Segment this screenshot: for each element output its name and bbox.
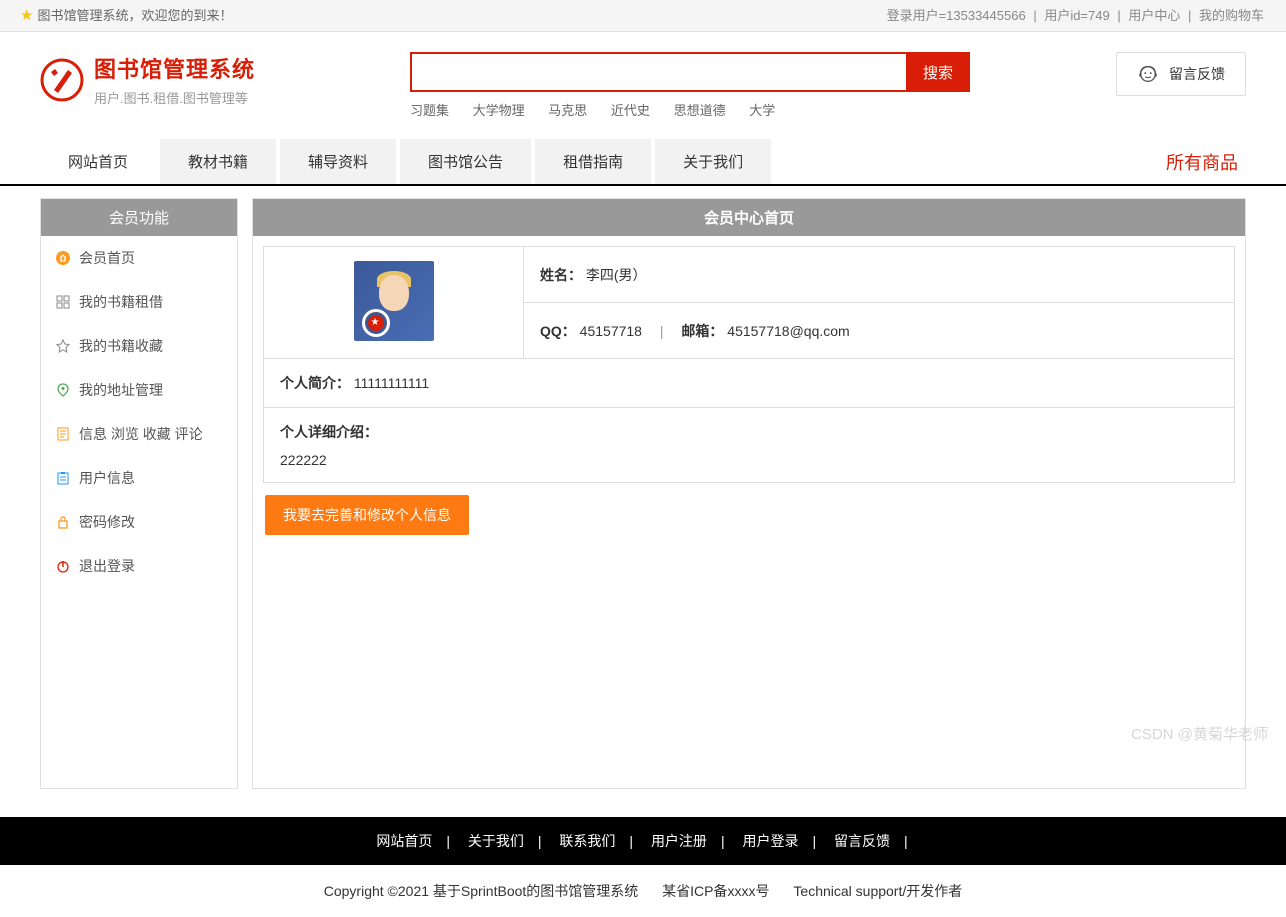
nav-about[interactable]: 关于我们 [655, 139, 771, 184]
logo-icon [40, 58, 84, 102]
search-button[interactable]: 搜索 [906, 52, 970, 92]
star-icon: ★ [20, 0, 33, 32]
clipboard-icon [55, 470, 71, 486]
hot-keyword[interactable]: 习题集 [410, 103, 449, 118]
footer-link-home[interactable]: 网站首页 [376, 833, 432, 849]
detail-label: 个人详细介绍： [280, 422, 1218, 442]
sidebar-item-home[interactable]: 会员首页 [41, 236, 237, 280]
hot-keyword[interactable]: 大学物理 [473, 103, 525, 118]
nav-announcements[interactable]: 图书馆公告 [400, 139, 531, 184]
nav-rental-guide[interactable]: 租借指南 [535, 139, 651, 184]
sidebar-item-info-browse[interactable]: 信息 浏览 收藏 评论 [41, 412, 237, 456]
footer-nav: 网站首页| 关于我们| 联系我们| 用户注册| 用户登录| 留言反馈| [0, 817, 1286, 865]
sidebar: 会员功能 会员首页 我的书籍租借 我的书籍收藏 我的地址管理 信息 浏览 收藏 … [40, 198, 238, 789]
support-text[interactable]: Technical support/开发作者 [793, 883, 962, 899]
footer-link-contact[interactable]: 联系我们 [559, 833, 615, 849]
feedback-button[interactable]: 留言反馈 [1116, 52, 1246, 96]
nav-textbooks[interactable]: 教材书籍 [160, 139, 276, 184]
sidebar-item-favorites[interactable]: 我的书籍收藏 [41, 324, 237, 368]
detail-value: 222222 [280, 452, 1218, 468]
intro-label: 个人简介： [280, 375, 350, 391]
hot-keyword[interactable]: 思想道德 [674, 103, 726, 118]
top-bar-left: ★ 图书馆管理系统，欢迎您的到来！ [20, 0, 232, 31]
sidebar-label: 我的书籍租借 [79, 292, 163, 312]
avatar: ★ [354, 261, 434, 341]
profile-table: ★ 姓名： 李四(男） QQ： 45157718 | 邮箱： 45157718@… [263, 246, 1235, 483]
headset-icon [1137, 63, 1159, 85]
hot-keyword[interactable]: 近代史 [611, 103, 650, 118]
feedback-label: 留言反馈 [1169, 64, 1225, 84]
avatar-cell: ★ [264, 247, 524, 359]
email-label: 邮箱： [681, 323, 723, 339]
grid-icon [55, 294, 71, 310]
intro-value: 11111111111 [354, 375, 429, 391]
icp-text: 某省ICP备xxxx号 [662, 883, 769, 899]
footer: 网站首页| 关于我们| 联系我们| 用户注册| 用户登录| 留言反馈| Copy… [0, 817, 1286, 917]
nav-supplementary[interactable]: 辅导资料 [280, 139, 396, 184]
detail-row: 个人详细介绍： 222222 [264, 408, 1235, 483]
contact-row: QQ： 45157718 | 邮箱： 45157718@qq.com [524, 303, 1235, 359]
sidebar-item-logout[interactable]: 退出登录 [41, 544, 237, 588]
header: 图书馆管理系统 用户.图书.租借.图书管理等 搜索 习题集 大学物理 马克思 近… [0, 32, 1286, 131]
feedback-area: 留言反馈 [996, 52, 1246, 96]
search-input[interactable] [410, 52, 906, 92]
nav-home[interactable]: 网站首页 [40, 139, 156, 184]
sidebar-header: 会员功能 [41, 199, 237, 236]
name-label: 姓名： [540, 267, 582, 283]
edit-profile-button[interactable]: 我要去完善和修改个人信息 [265, 495, 469, 535]
sidebar-label: 我的书籍收藏 [79, 336, 163, 356]
name-row: 姓名： 李四(男） [524, 247, 1235, 303]
sidebar-label: 我的地址管理 [79, 380, 163, 400]
sidebar-item-user-info[interactable]: 用户信息 [41, 456, 237, 500]
qq-label: QQ： [540, 323, 576, 339]
panel-body: ★ 姓名： 李四(男） QQ： 45157718 | 邮箱： 45157718@… [253, 236, 1245, 549]
logo-subtitle: 用户.图书.租借.图书管理等 [94, 88, 255, 107]
login-user[interactable]: 登录用户=13533445566 [887, 8, 1026, 23]
user-center-link[interactable]: 用户中心 [1128, 8, 1180, 23]
logo-area[interactable]: 图书馆管理系统 用户.图书.租借.图书管理等 [40, 52, 410, 107]
email-value: 45157718@qq.com [727, 323, 849, 339]
main-nav: 网站首页 教材书籍 辅导资料 图书馆公告 租借指南 关于我们 所有商品 [0, 139, 1286, 186]
logo-title: 图书馆管理系统 [94, 52, 255, 84]
intro-row: 个人简介： 11111111111 [264, 359, 1235, 408]
qq-value: 45157718 [580, 323, 642, 339]
content: 会员功能 会员首页 我的书籍租借 我的书籍收藏 我的地址管理 信息 浏览 收藏 … [0, 186, 1286, 801]
document-icon [55, 426, 71, 442]
user-id[interactable]: 用户id=749 [1044, 8, 1109, 23]
copyright-text: Copyright ©2021 基于SprintBoot的图书馆管理系统 [324, 883, 639, 899]
sidebar-label: 信息 浏览 收藏 评论 [79, 424, 203, 444]
footer-copyright: Copyright ©2021 基于SprintBoot的图书馆管理系统 某省I… [0, 865, 1286, 917]
power-icon [55, 558, 71, 574]
sidebar-label: 会员首页 [79, 248, 135, 268]
lock-icon [55, 514, 71, 530]
panel-header: 会员中心首页 [253, 199, 1245, 236]
footer-link-register[interactable]: 用户注册 [651, 833, 707, 849]
sidebar-item-rentals[interactable]: 我的书籍租借 [41, 280, 237, 324]
sidebar-label: 密码修改 [79, 512, 135, 532]
top-bar-right: 登录用户=13533445566 | 用户id=749 | 用户中心 | 我的购… [885, 0, 1266, 31]
hot-keyword[interactable]: 马克思 [548, 103, 587, 118]
search-area: 搜索 习题集 大学物理 马克思 近代史 思想道德 大学 [410, 52, 970, 119]
footer-link-login[interactable]: 用户登录 [742, 833, 798, 849]
main-panel: 会员中心首页 ★ 姓名： 李四(男） [252, 198, 1246, 789]
hot-keyword[interactable]: 大学 [749, 103, 775, 118]
top-bar: ★ 图书馆管理系统，欢迎您的到来！ 登录用户=13533445566 | 用户i… [0, 0, 1286, 32]
sidebar-label: 退出登录 [79, 556, 135, 576]
sidebar-item-address[interactable]: 我的地址管理 [41, 368, 237, 412]
my-cart-link[interactable]: 我的购物车 [1199, 8, 1264, 23]
search-hot-keywords: 习题集 大学物理 马克思 近代史 思想道德 大学 [410, 100, 970, 119]
footer-link-feedback[interactable]: 留言反馈 [834, 833, 890, 849]
nav-all-products[interactable]: 所有商品 [1158, 139, 1246, 184]
name-value: 李四(男） [586, 267, 647, 283]
footer-link-about[interactable]: 关于我们 [468, 833, 524, 849]
sidebar-label: 用户信息 [79, 468, 135, 488]
welcome-text: 图书馆管理系统，欢迎您的到来！ [37, 0, 232, 32]
location-icon [55, 382, 71, 398]
home-icon [55, 250, 71, 266]
sidebar-item-password[interactable]: 密码修改 [41, 500, 237, 544]
star-outline-icon [55, 338, 71, 354]
